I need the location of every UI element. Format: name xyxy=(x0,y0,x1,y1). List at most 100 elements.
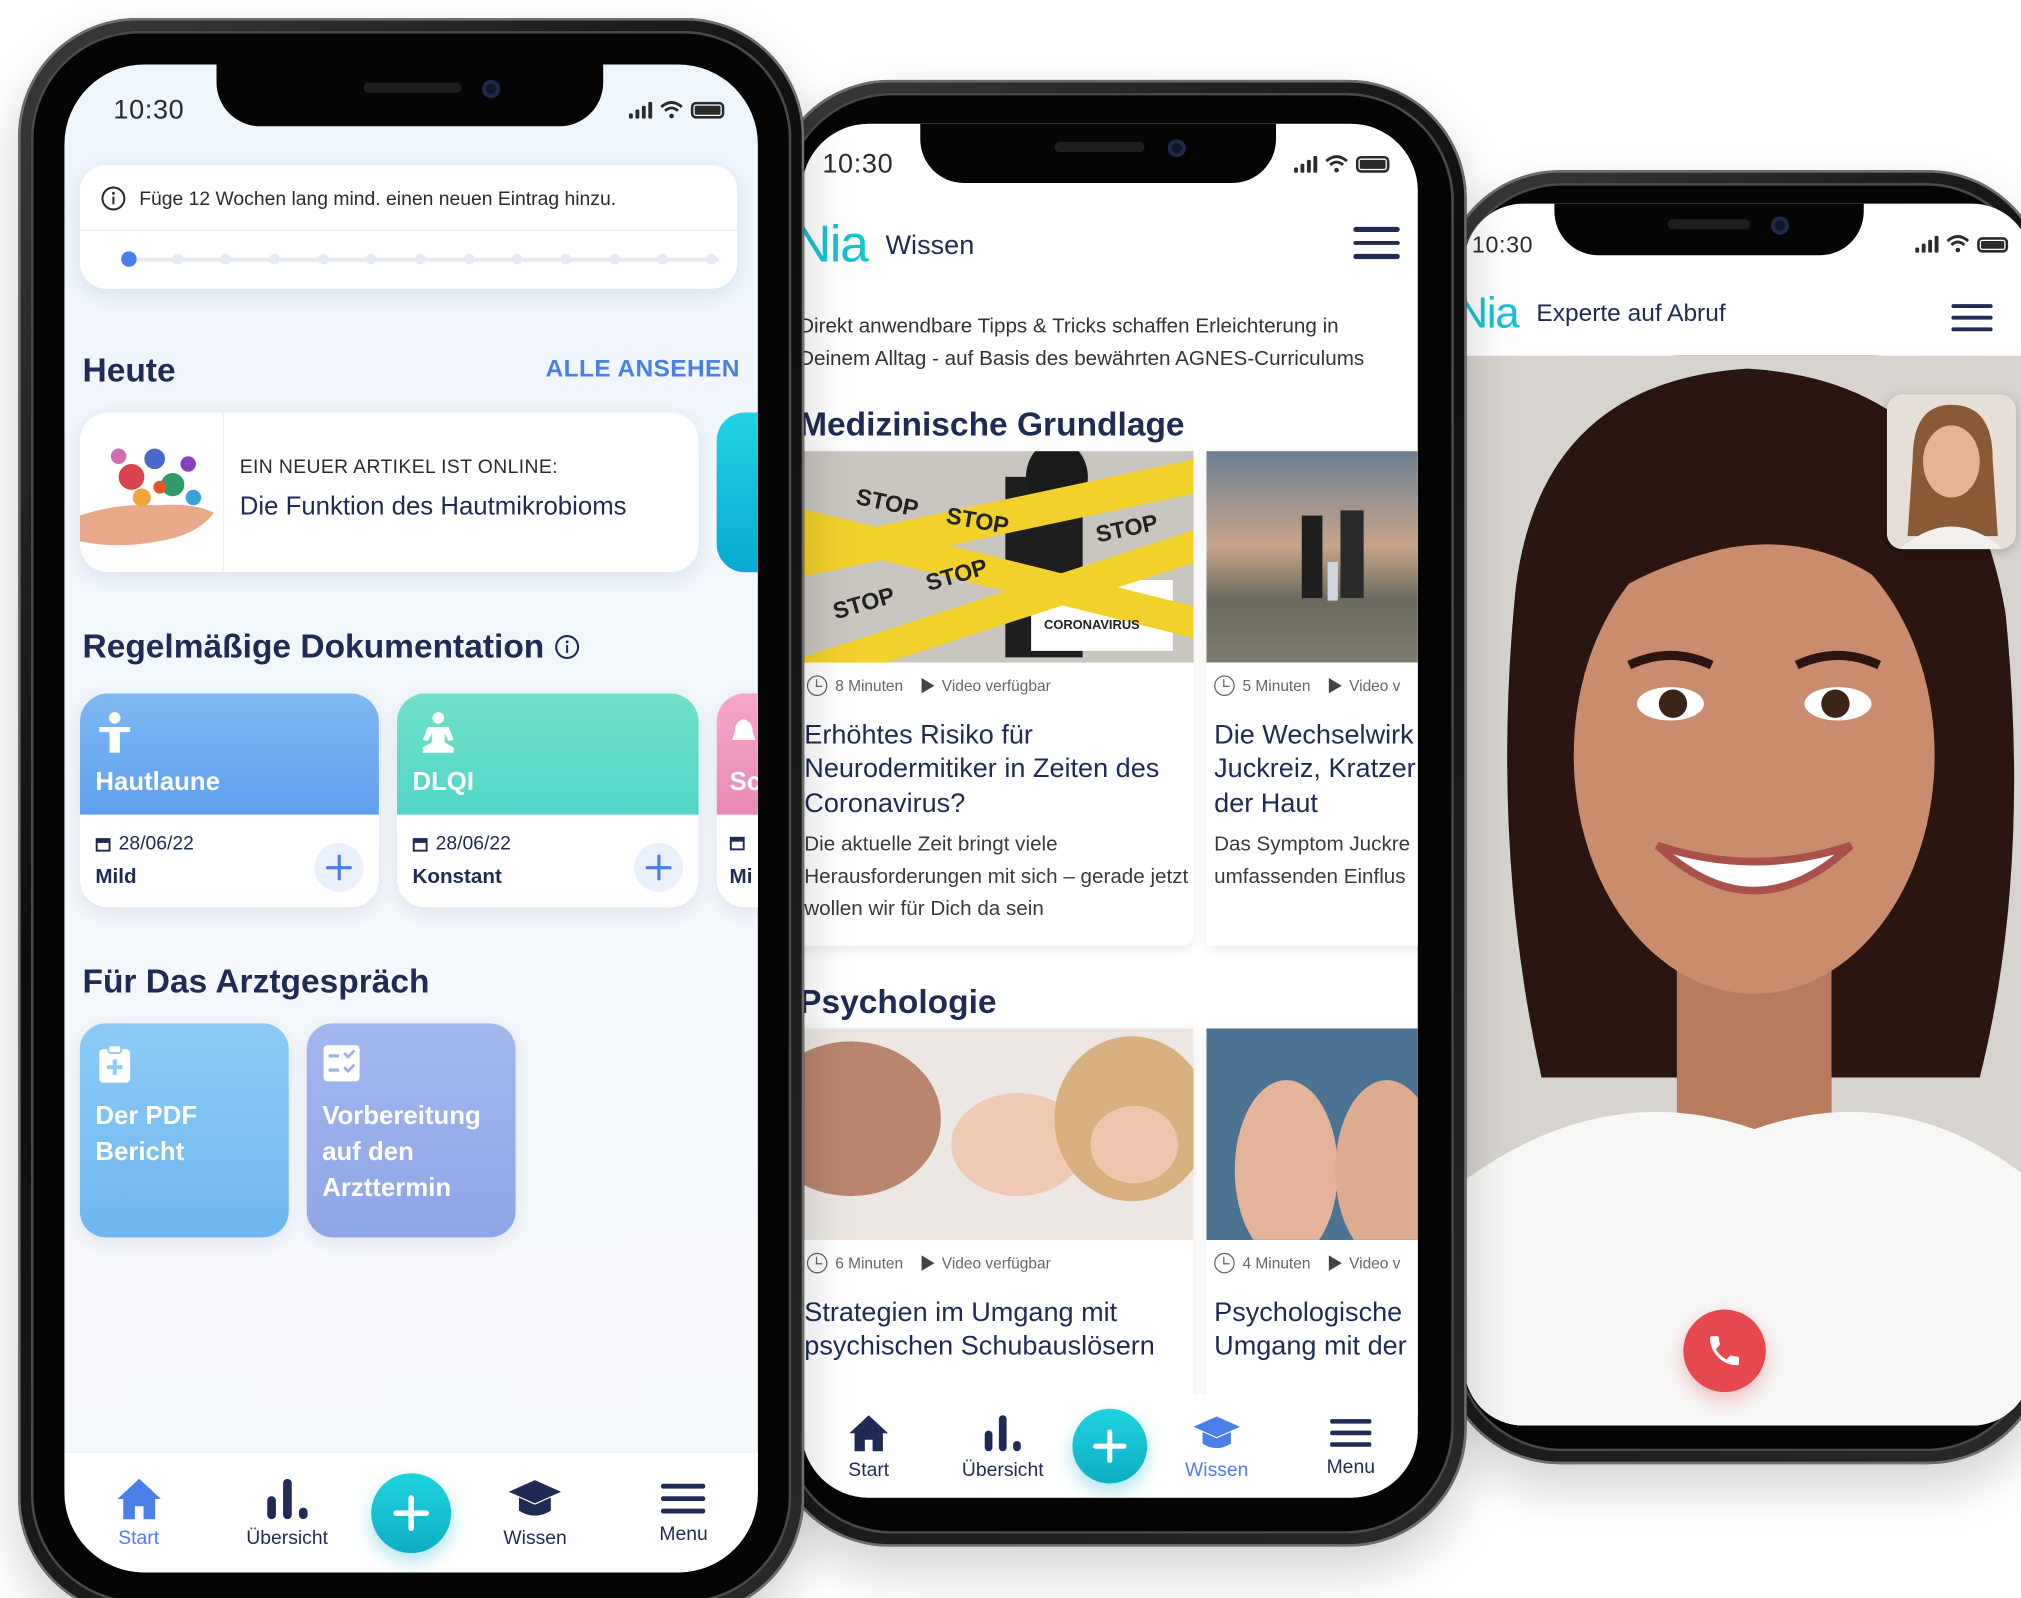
progress-dot xyxy=(608,253,620,265)
graduation-cap-icon xyxy=(1193,1415,1240,1448)
info-icon[interactable] xyxy=(555,633,581,659)
progress-dot xyxy=(463,253,475,265)
article-image xyxy=(1206,1028,1418,1261)
progress-dot xyxy=(121,251,137,267)
add-entry-button[interactable] xyxy=(1072,1408,1148,1484)
progress-dot xyxy=(172,253,183,265)
home-icon xyxy=(849,1414,889,1451)
nav-menu[interactable]: Menu xyxy=(1286,1415,1415,1478)
see-all-link[interactable]: ALLE ANSEHEN xyxy=(546,356,740,384)
video-feed-expert xyxy=(1464,355,2021,1426)
calendar-icon xyxy=(412,837,428,851)
bar-chart-icon xyxy=(266,1478,308,1520)
nav-overview[interactable]: Übersicht xyxy=(223,1476,352,1549)
nav-wissen[interactable]: Wissen xyxy=(471,1476,600,1549)
person-icon xyxy=(99,712,131,753)
article-image xyxy=(801,1028,1194,1240)
pdf-report-card[interactable]: Der PDF Bericht xyxy=(79,1023,289,1238)
article-card[interactable]: 4 Minuten Video v Psychologische Umgang … xyxy=(1206,1028,1418,1416)
progress-dot xyxy=(317,253,329,265)
phone-screen: 10:30 Nia Wissen Direkt anwendbare Tipps… xyxy=(801,123,1418,1498)
add-doc-button[interactable] xyxy=(634,842,684,892)
intro-text: Direkt anwendbare Tipps & Tricks schaffe… xyxy=(801,315,1365,370)
self-view-thumbnail[interactable] xyxy=(1886,394,2016,550)
clock-icon xyxy=(806,1252,828,1274)
clock-icon xyxy=(1214,675,1235,697)
doc-card-hautlaune[interactable]: Hautlaune 28/06/22 Mild xyxy=(79,693,379,908)
status-icons xyxy=(1915,235,2009,253)
clock-icon xyxy=(806,675,828,697)
progress-dot xyxy=(705,253,717,265)
plus-icon xyxy=(393,1494,429,1531)
phone-expert-call: 10:30 Nia Experte auf Abruf xyxy=(1440,170,2021,1465)
section-title-doctor: Für Das Arztgespräch xyxy=(82,961,430,1001)
doc-value: Mild xyxy=(95,866,137,889)
phone-hangup-icon xyxy=(1710,1336,1740,1366)
signal-icon xyxy=(1294,155,1318,173)
status-time: 10:30 xyxy=(1471,232,1534,258)
clock-icon xyxy=(1214,1252,1235,1274)
phone-screen: 10:30 Füge 12 Wochen lang mind. einen ne… xyxy=(64,64,758,1573)
nav-start[interactable]: Start xyxy=(74,1476,203,1549)
image-coronavirus-sign: CORONAVIRUS xyxy=(1044,618,1140,633)
nav-start[interactable]: Start xyxy=(804,1412,933,1480)
meditation-icon xyxy=(422,712,454,753)
hamburger-icon[interactable] xyxy=(1353,226,1400,259)
section-title-medical: Medizinische Grundlage xyxy=(801,404,1185,444)
doc-card-peek[interactable]: Sc Mi xyxy=(716,693,758,908)
article-meta: 5 Minuten Video v xyxy=(1214,675,1400,697)
phone-screen: 10:30 Nia Experte auf Abruf xyxy=(1464,203,2021,1426)
wifi-icon xyxy=(1325,155,1348,173)
add-doc-button[interactable] xyxy=(314,842,364,892)
page-title: Experte auf Abruf xyxy=(1536,299,1726,327)
play-icon xyxy=(1328,1255,1342,1271)
bottom-nav: Start Übersicht Wissen Menu xyxy=(64,1451,758,1573)
appointment-prep-card[interactable]: Vorbereitung auf den Arzttermin xyxy=(306,1023,516,1238)
article-card[interactable]: 6 Minuten Video verfügbar Strategien im … xyxy=(801,1028,1194,1416)
goal-banner[interactable]: Füge 12 Wochen lang mind. einen neuen Ei… xyxy=(79,164,738,289)
article-description: Das Symptom Juckre umfassenden Einflus xyxy=(1214,833,1411,888)
end-call-button[interactable] xyxy=(1683,1309,1766,1393)
pdf-report-label: Der PDF Bericht xyxy=(95,1102,198,1167)
status-icons xyxy=(628,101,725,119)
checklist-icon xyxy=(323,1045,360,1082)
phone-notch xyxy=(216,64,604,127)
info-icon xyxy=(101,186,126,211)
nav-menu[interactable]: Menu xyxy=(619,1480,748,1545)
hamburger-icon[interactable] xyxy=(1951,304,1993,332)
hamburger-icon xyxy=(1330,1418,1372,1447)
battery-icon xyxy=(1977,237,2009,253)
nav-overview[interactable]: Übersicht xyxy=(938,1412,1067,1480)
next-card-peek[interactable] xyxy=(716,412,758,573)
progress-dot xyxy=(220,253,232,265)
bell-icon xyxy=(732,719,756,740)
phone-knowledge: 10:30 Nia Wissen Direkt anwendbare Tipps… xyxy=(770,79,1467,1547)
plus-icon xyxy=(1092,1429,1127,1463)
plus-icon xyxy=(645,854,672,881)
add-entry-button[interactable] xyxy=(371,1472,452,1553)
play-icon xyxy=(921,1255,935,1271)
doc-card-dlqi[interactable]: DLQI 28/06/22 Konstant xyxy=(396,693,699,908)
article-card[interactable]: STOP STOP STOP STOP STOP CORONAVIRUS 8 M… xyxy=(801,451,1194,947)
article-meta: 6 Minuten Video verfügbar xyxy=(806,1252,1051,1274)
play-icon xyxy=(1328,677,1342,694)
phone-home: 10:30 Füge 12 Wochen lang mind. einen ne… xyxy=(18,18,805,1598)
progress-dot xyxy=(366,253,377,265)
nav-wissen[interactable]: Wissen xyxy=(1152,1412,1281,1480)
new-article-card[interactable]: EIN NEUER ARTIKEL IST ONLINE: Die Funkti… xyxy=(79,412,699,573)
article-card[interactable]: 5 Minuten Video v Die Wechselwirk Juckre… xyxy=(1206,451,1418,947)
article-description: Die aktuelle Zeit bringt viele Herausfor… xyxy=(804,833,1189,920)
app-header: Nia Wissen xyxy=(802,217,975,275)
article-title: Psychologische Umgang mit der xyxy=(1214,1297,1407,1362)
nia-logo: Nia xyxy=(802,216,869,274)
calendar-icon xyxy=(729,836,745,851)
article-image: STOP STOP STOP STOP STOP CORONAVIRUS xyxy=(801,451,1194,663)
clipboard-plus-icon xyxy=(99,1044,131,1083)
status-time: 10:30 xyxy=(822,149,894,180)
doc-value: Konstant xyxy=(412,866,502,889)
progress-dot xyxy=(269,253,280,265)
battery-icon xyxy=(690,101,725,119)
microbiome-image xyxy=(79,412,225,573)
page-title: Wissen xyxy=(885,230,975,260)
home-icon xyxy=(116,1478,161,1520)
